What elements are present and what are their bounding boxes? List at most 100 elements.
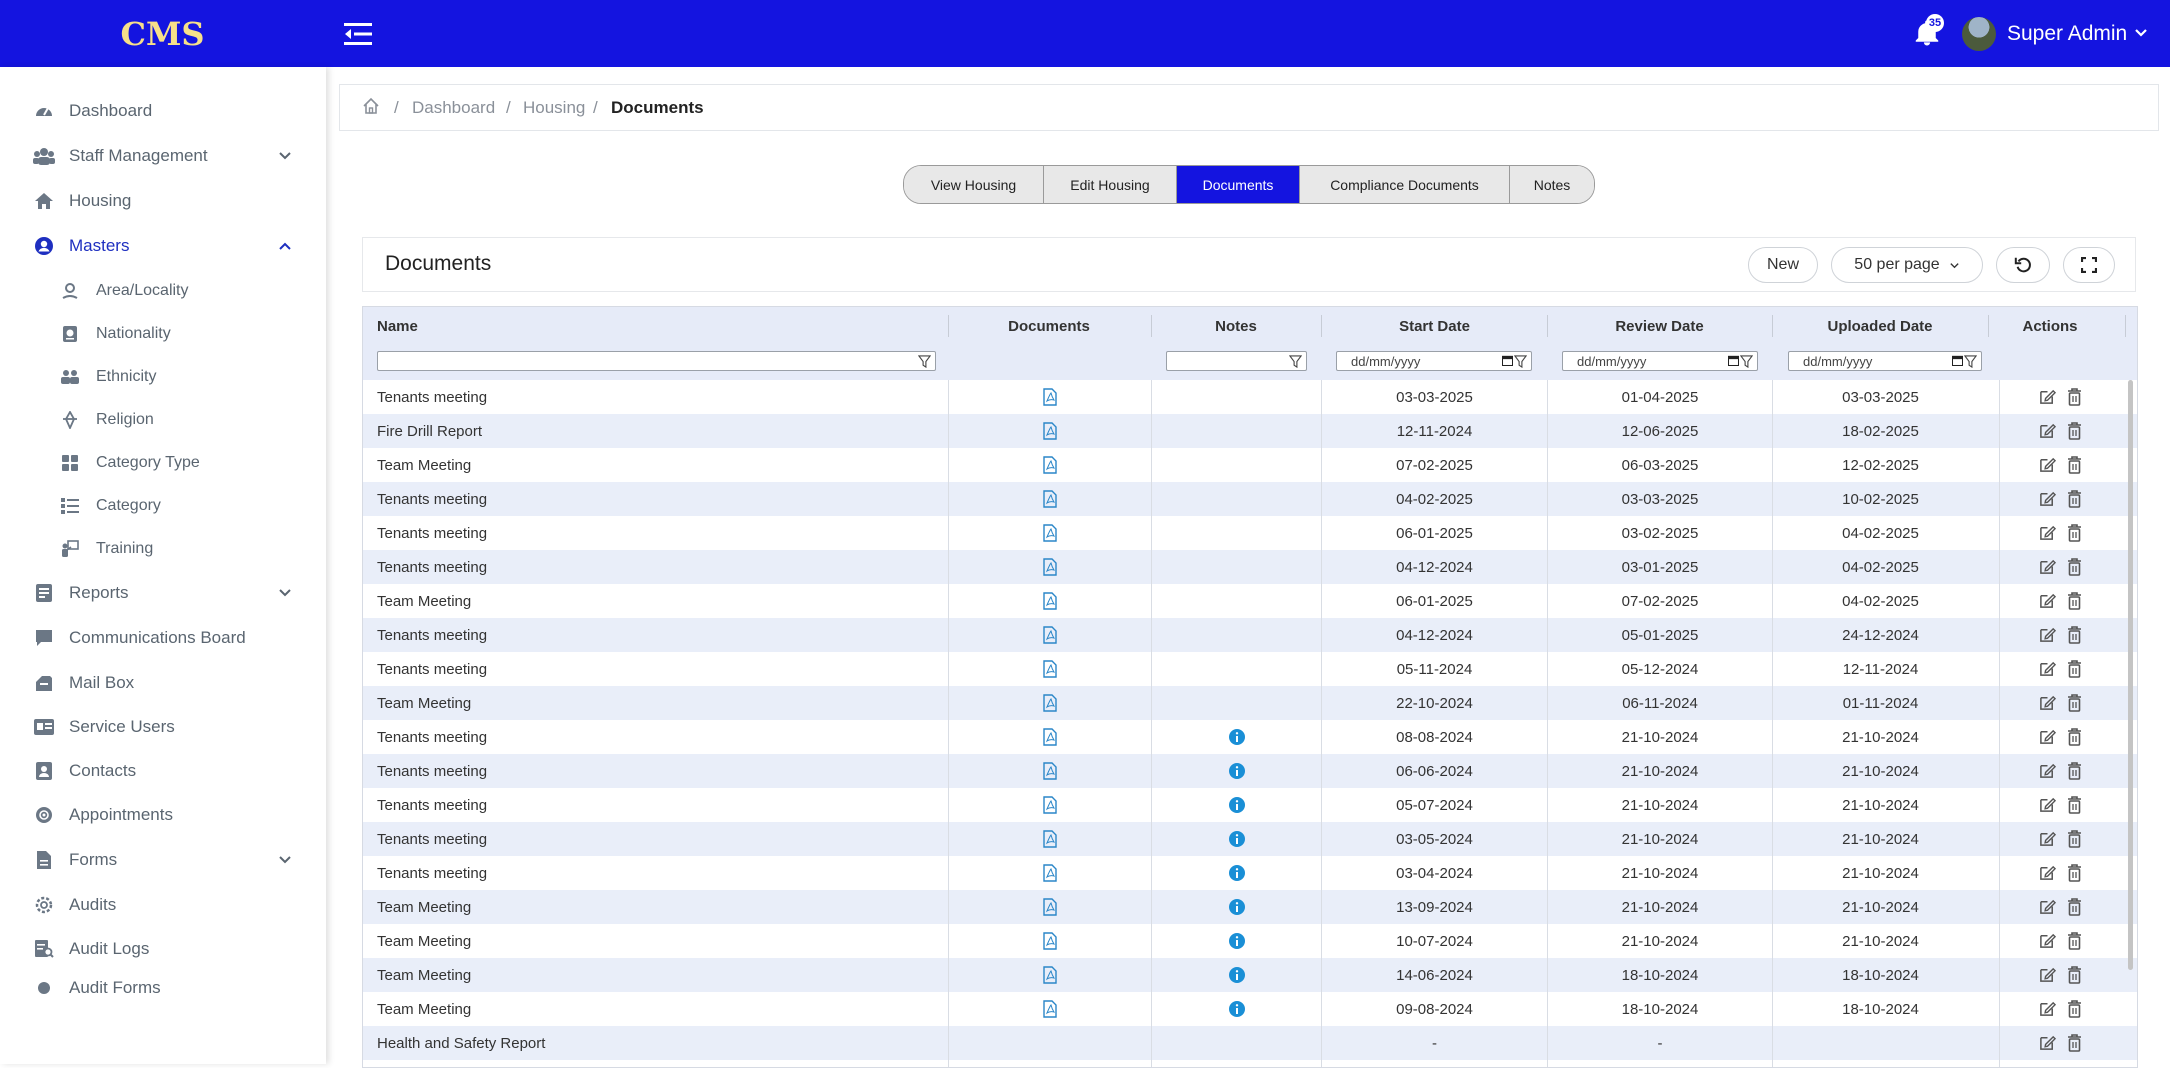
calendar-icon[interactable] [1502,355,1513,366]
delete-icon[interactable] [2067,898,2085,916]
sidebar-item-masters[interactable]: Masters [0,226,326,266]
calendar-icon[interactable] [1952,355,1963,366]
edit-icon[interactable] [2039,626,2057,644]
pdf-file-icon[interactable] [1042,830,1058,848]
table-row[interactable]: Team Meeting 10-07-2024 21-10-2024 21-10-20… [363,924,2137,958]
tab-edit-housing[interactable]: Edit Housing [1044,166,1177,203]
chevron-down-icon[interactable] [2134,26,2148,40]
info-icon[interactable] [1228,830,1246,848]
tab-compliance-documents[interactable]: Compliance Documents [1300,166,1510,203]
delete-icon[interactable] [2067,626,2085,644]
tab-view-housing[interactable]: View Housing [904,166,1044,203]
delete-icon[interactable] [2067,422,2085,440]
pdf-file-icon[interactable] [1042,728,1058,746]
info-icon[interactable] [1228,864,1246,882]
refresh-button[interactable] [1996,247,2050,283]
info-icon[interactable] [1228,796,1246,814]
delete-icon[interactable] [2067,830,2085,848]
delete-icon[interactable] [2067,524,2085,542]
sidebar-item-mail-box[interactable]: Mail Box [0,663,326,703]
edit-icon[interactable] [2039,592,2057,610]
info-icon[interactable] [1228,728,1246,746]
table-row[interactable]: Tenants meeting 05-11-2024 05-12-2024 12-11… [363,652,2137,686]
name-filter-input[interactable] [377,351,936,371]
per-page-select[interactable]: 50 per page [1831,247,1983,283]
delete-icon[interactable] [2067,728,2085,746]
sidebar-item-audit-logs[interactable]: Audit Logs [0,929,326,969]
pdf-file-icon[interactable] [1042,490,1058,508]
pdf-file-icon[interactable] [1042,694,1058,712]
sidebar-subitem-ethnicity[interactable]: Ethnicity [0,359,326,395]
edit-icon[interactable] [2039,762,2057,780]
pdf-file-icon[interactable] [1042,558,1058,576]
delete-icon[interactable] [2067,1034,2085,1052]
column-header-name[interactable]: Name [377,307,917,345]
delete-icon[interactable] [2067,932,2085,950]
filter-icon[interactable] [1289,355,1302,368]
edit-icon[interactable] [2039,932,2057,950]
edit-icon[interactable] [2039,864,2057,882]
filter-icon[interactable] [918,355,931,368]
filter-icon[interactable] [1514,355,1527,368]
edit-icon[interactable] [2039,898,2057,916]
delete-icon[interactable] [2067,490,2085,508]
column-header-notes[interactable]: Notes [1152,307,1320,345]
table-row[interactable]: Tenants meeting 04-02-2025 03-03-2025 10-02… [363,482,2137,516]
column-header-uploaded-date[interactable]: Uploaded Date [1774,307,1986,345]
table-row[interactable]: Tenants meeting 04-12-2024 03-01-2025 04-02… [363,550,2137,584]
table-row[interactable]: Team Meeting 13-09-2024 21-10-2024 21-10-20… [363,890,2137,924]
pdf-file-icon[interactable] [1042,932,1058,950]
sidebar-item-contacts[interactable]: Contacts [0,751,326,791]
sidebar-item-audits[interactable]: Audits [0,885,326,925]
sidebar-subitem-category[interactable]: Category [0,488,326,524]
delete-icon[interactable] [2067,966,2085,984]
delete-icon[interactable] [2067,796,2085,814]
fullscreen-button[interactable] [2063,247,2115,283]
breadcrumb-housing[interactable]: Housing [523,98,585,118]
sidebar-item-communications-board[interactable]: Communications Board [0,618,326,658]
delete-icon[interactable] [2067,864,2085,882]
info-icon[interactable] [1228,932,1246,950]
edit-icon[interactable] [2039,966,2057,984]
table-row[interactable]: Team Meeting 22-10-2024 06-11-2024 01-11-20… [363,686,2137,720]
review-date-filter-input[interactable]: dd/mm/yyyy [1562,351,1758,371]
start-date-filter-input[interactable]: dd/mm/yyyy [1336,351,1532,371]
sidebar-subitem-training[interactable]: Training [0,531,326,567]
edit-icon[interactable] [2039,796,2057,814]
info-icon[interactable] [1228,898,1246,916]
pdf-file-icon[interactable] [1042,422,1058,440]
column-header-review-date[interactable]: Review Date [1548,307,1771,345]
table-row[interactable]: Tenants meeting 05-07-2024 21-10-2024 21-10… [363,788,2137,822]
pdf-file-icon[interactable] [1042,524,1058,542]
edit-icon[interactable] [2039,388,2057,406]
table-row[interactable]: Health and Safety Report - - [363,1026,2137,1060]
pdf-file-icon[interactable] [1042,592,1058,610]
edit-icon[interactable] [2039,490,2057,508]
info-icon[interactable] [1228,762,1246,780]
table-row[interactable]: Tenants meeting 03-03-2025 01-04-2025 03-03… [363,380,2137,414]
table-row[interactable]: Tenants meeting 04-12-2024 05-01-2025 24-12… [363,618,2137,652]
delete-icon[interactable] [2067,388,2085,406]
sidebar-subitem-area-locality[interactable]: Area/Locality [0,273,326,309]
sidebar-subitem-religion[interactable]: Religion [0,402,326,438]
new-button[interactable]: New [1748,247,1818,283]
sidebar-item-dashboard[interactable]: Dashboard [0,91,326,131]
edit-icon[interactable] [2039,1000,2057,1018]
tab-notes[interactable]: Notes [1510,166,1594,203]
delete-icon[interactable] [2067,592,2085,610]
pdf-file-icon[interactable] [1042,864,1058,882]
pdf-file-icon[interactable] [1042,626,1058,644]
edit-icon[interactable] [2039,456,2057,474]
uploaded-date-filter-input[interactable]: dd/mm/yyyy [1788,351,1982,371]
edit-icon[interactable] [2039,1034,2057,1052]
edit-icon[interactable] [2039,694,2057,712]
edit-icon[interactable] [2039,422,2057,440]
table-row[interactable]: Tenants meeting 03-04-2024 21-10-2024 21-10… [363,856,2137,890]
user-name[interactable]: Super Admin [2007,22,2127,46]
pdf-file-icon[interactable] [1042,966,1058,984]
table-row[interactable]: Tenants meeting 08-08-2024 21-10-2024 21-10… [363,720,2137,754]
calendar-icon[interactable] [1728,355,1739,366]
table-row[interactable]: Fire Drill Report 12-11-2024 12-06-2025 18-… [363,414,2137,448]
edit-icon[interactable] [2039,524,2057,542]
tab-documents[interactable]: Documents [1177,166,1300,203]
